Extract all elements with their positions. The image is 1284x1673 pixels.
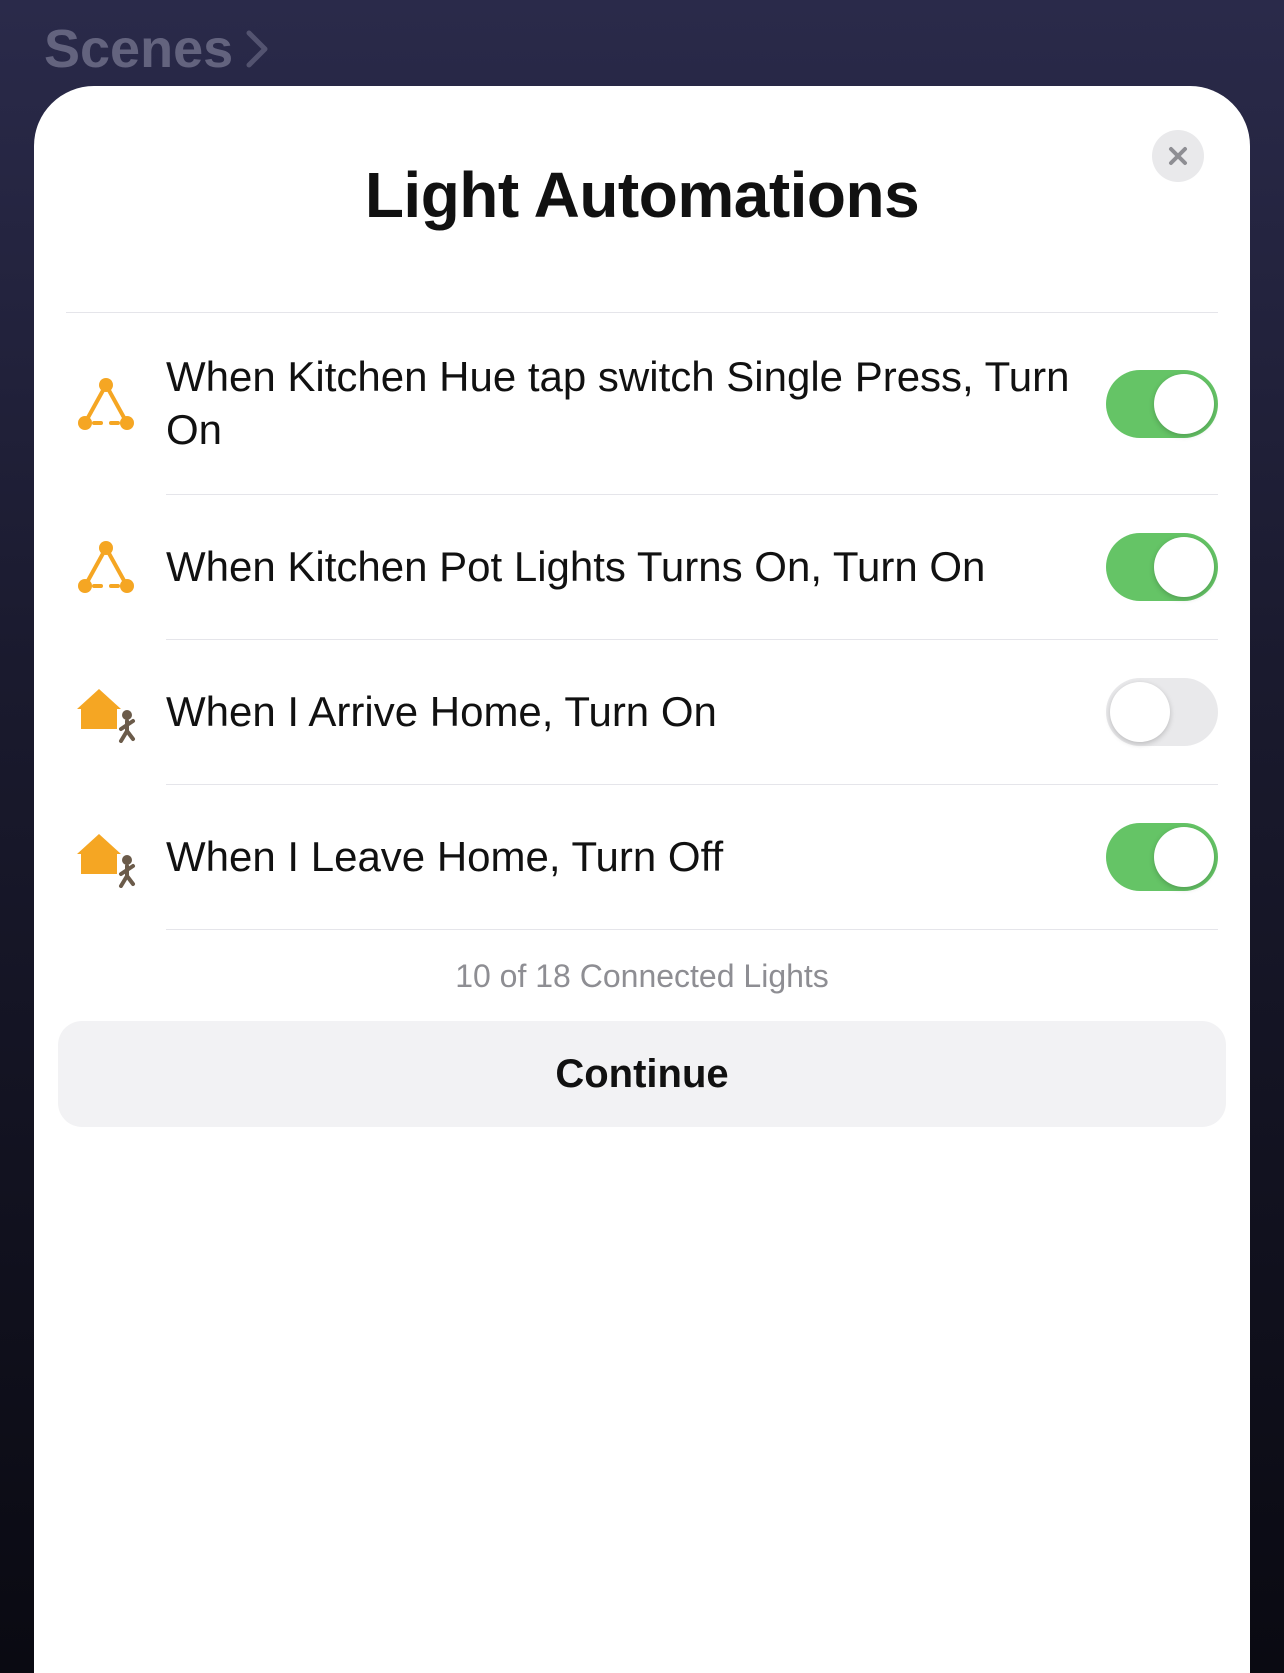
automation-row[interactable]: When Kitchen Pot Lights Turns On, Turn O… xyxy=(66,495,1218,639)
home-person-icon xyxy=(66,681,146,743)
chevron-right-icon xyxy=(245,29,269,69)
sheet-title: Light Automations xyxy=(54,86,1230,312)
automation-label: When I Arrive Home, Turn On xyxy=(166,686,1106,739)
home-person-icon xyxy=(66,826,146,888)
close-button[interactable] xyxy=(1152,130,1204,182)
continue-button-label: Continue xyxy=(555,1052,728,1097)
close-icon xyxy=(1166,144,1190,168)
automation-row[interactable]: When I Leave Home, Turn Off xyxy=(66,785,1218,929)
continue-button[interactable]: Continue xyxy=(58,1021,1226,1127)
automation-row[interactable]: When I Arrive Home, Turn On xyxy=(66,640,1218,784)
automation-label: When Kitchen Hue tap switch Single Press… xyxy=(166,351,1106,456)
background-nav-title: Scenes xyxy=(44,18,269,80)
divider xyxy=(166,929,1218,930)
automation-icon xyxy=(66,375,146,433)
nav-title-label: Scenes xyxy=(44,18,233,80)
automation-toggle[interactable] xyxy=(1106,678,1218,746)
automation-toggle[interactable] xyxy=(1106,823,1218,891)
automation-toggle[interactable] xyxy=(1106,370,1218,438)
modal-sheet: Light Automations When Kitchen Hue tap s… xyxy=(34,86,1250,1673)
connected-lights-status: 10 of 18 Connected Lights xyxy=(54,958,1230,995)
automation-toggle[interactable] xyxy=(1106,533,1218,601)
automation-icon xyxy=(66,538,146,596)
automation-row[interactable]: When Kitchen Hue tap switch Single Press… xyxy=(66,313,1218,494)
automation-label: When I Leave Home, Turn Off xyxy=(166,831,1106,884)
automation-label: When Kitchen Pot Lights Turns On, Turn O… xyxy=(166,541,1106,594)
